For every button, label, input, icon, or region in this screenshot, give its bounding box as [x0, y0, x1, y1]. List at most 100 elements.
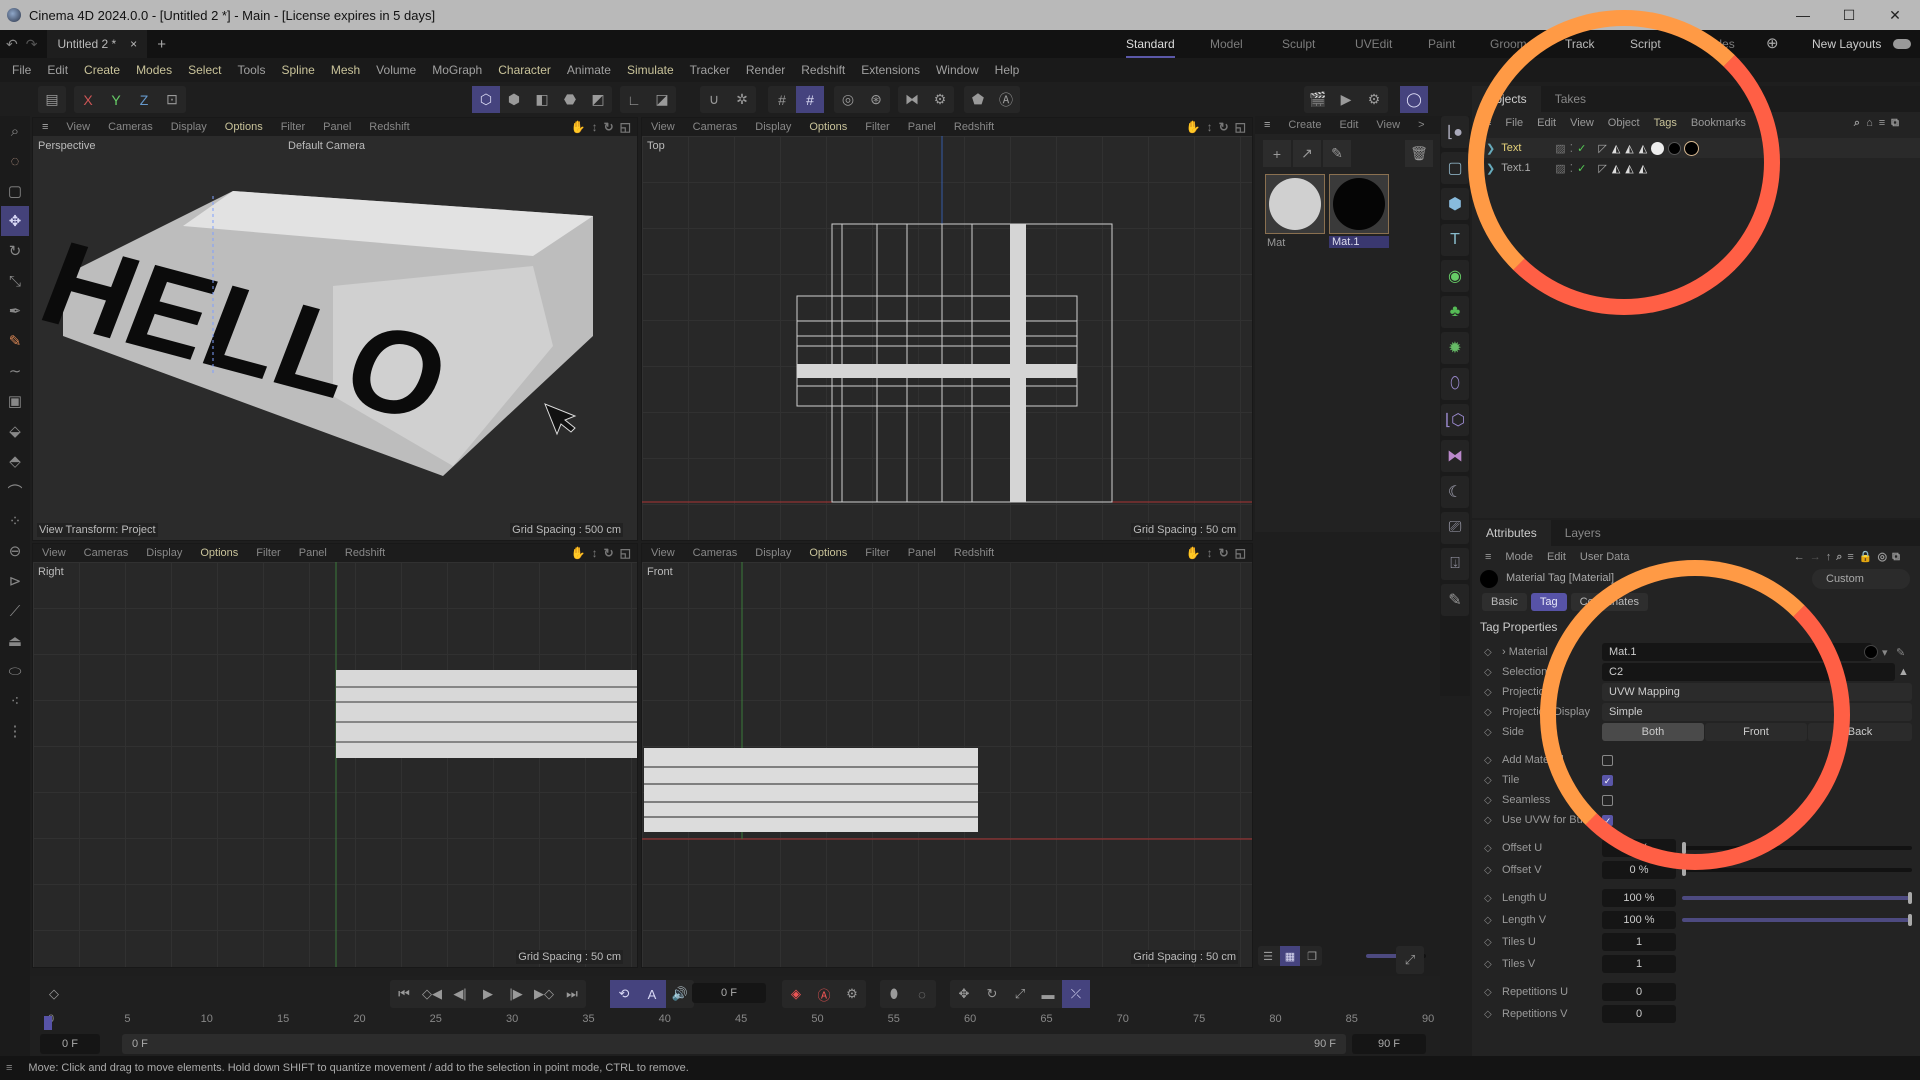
loop-select-icon[interactable]: ⬭: [1, 656, 29, 686]
texture-mode-icon[interactable]: ◪: [648, 86, 676, 113]
vp-menu-filter[interactable]: Filter: [247, 547, 289, 559]
perspective-canvas[interactable]: HELLO: [33, 136, 637, 540]
vp-menu-view[interactable]: View: [642, 121, 684, 133]
record-keyframe-icon[interactable]: ◈: [782, 980, 810, 1008]
extrude-icon[interactable]: ▣: [1, 386, 29, 416]
spline-smooth-icon[interactable]: ∼: [1, 356, 29, 386]
cube-icon[interactable]: ⬢: [1441, 188, 1469, 220]
vp-menu-display[interactable]: Display: [162, 121, 216, 133]
keyframe-diamond-icon[interactable]: ◇: [1484, 1009, 1492, 1020]
keyframe-diamond-icon[interactable]: ◇: [1484, 775, 1492, 786]
object-manager-icon[interactable]: ▤: [38, 86, 66, 113]
selection-arrow-icon[interactable]: ▲: [1898, 666, 1909, 678]
keyframe-diamond-icon[interactable]: ◇: [1484, 915, 1492, 926]
autokey-icon[interactable]: Ⓐ: [810, 980, 838, 1008]
mat-menu-view[interactable]: View: [1367, 119, 1409, 131]
symmetry-icon[interactable]: ⧓: [898, 86, 926, 113]
orbit-icon[interactable]: ↻: [604, 118, 614, 136]
rotation-key-icon[interactable]: ↻: [978, 980, 1006, 1008]
keyframe-diamond-icon[interactable]: ◇: [1484, 937, 1492, 948]
search-icon[interactable]: ⌕: [1, 116, 29, 146]
vp-menu-redshift[interactable]: Redshift: [360, 121, 418, 133]
dolly-icon[interactable]: ↕: [1207, 118, 1213, 136]
expand-chevron-icon[interactable]: ›: [1502, 646, 1509, 658]
filter-icon[interactable]: ≡: [1879, 117, 1891, 129]
vp-menu-redshift[interactable]: Redshift: [945, 547, 1003, 559]
new-layouts-toggle[interactable]: [1893, 39, 1911, 49]
tab-takes[interactable]: Takes: [1541, 86, 1600, 112]
document-tab[interactable]: Untitled 2 * ×: [47, 30, 148, 58]
viewport-perspective[interactable]: ≡ View Cameras Display Options Filter Pa…: [32, 117, 638, 541]
material-hamburger-icon[interactable]: ≡: [1255, 119, 1279, 131]
layer-icon[interactable]: ▨: [1555, 142, 1565, 155]
attr-menu-mode[interactable]: Mode: [1498, 551, 1540, 563]
keyframe-diamond-icon[interactable]: ◇: [1484, 815, 1492, 826]
new-material-icon[interactable]: +: [1263, 140, 1291, 167]
vp-menu-cameras[interactable]: Cameras: [684, 547, 747, 559]
keyframe-diamond-icon[interactable]: ◇: [1484, 647, 1492, 658]
magnet-icon[interactable]: ⁘: [1, 506, 29, 536]
slider-knob[interactable]: [1682, 864, 1686, 876]
effector-icon[interactable]: ✹: [1441, 332, 1469, 364]
keyframe-diamond-icon[interactable]: ◇: [40, 980, 68, 1008]
workplane-grid-icon[interactable]: #: [768, 86, 796, 113]
vp-menu-cameras[interactable]: Cameras: [99, 121, 162, 133]
cloner-icon[interactable]: ♣: [1441, 296, 1469, 328]
add-layout-button[interactable]: ⊕: [1766, 30, 1779, 58]
layout-tab-script[interactable]: Script: [1630, 30, 1661, 58]
tiles-u-field[interactable]: 1: [1602, 933, 1676, 951]
object-row[interactable]: ❯ Text.1 ▨ ⁚ ✓ ◸ ◭ ◭ ◭: [1472, 158, 1920, 178]
keyframe-diamond-icon[interactable]: ◇: [1484, 727, 1492, 738]
length-v-slider[interactable]: [1682, 914, 1912, 926]
material-tag-white-icon[interactable]: [1651, 141, 1665, 155]
vp-menu-filter[interactable]: Filter: [272, 121, 314, 133]
vp-menu-display[interactable]: Display: [137, 547, 191, 559]
keyframe-diamond-icon[interactable]: ◇: [1484, 795, 1492, 806]
spline-sketch-icon[interactable]: ✎: [1, 326, 29, 356]
menu-window[interactable]: Window: [928, 63, 987, 77]
iron-icon[interactable]: ⏏: [1, 626, 29, 656]
pan-icon[interactable]: ✋: [571, 544, 586, 562]
viewport-hamburger-icon[interactable]: ≡: [33, 121, 57, 133]
subtab-coordinates[interactable]: Coordinates: [1570, 593, 1648, 611]
menu-help[interactable]: Help: [987, 63, 1028, 77]
menu-render[interactable]: Render: [738, 63, 793, 77]
slider-knob[interactable]: [1908, 892, 1912, 904]
redshift-render-view-icon[interactable]: ◯: [1400, 86, 1428, 113]
slider-knob[interactable]: [1682, 842, 1686, 854]
attributes-hamburger-icon[interactable]: ≡: [1478, 551, 1498, 563]
object-mode-icon[interactable]: ⬢: [500, 86, 528, 113]
selection-field[interactable]: C2: [1602, 663, 1895, 681]
dolly-icon[interactable]: ↕: [1207, 544, 1213, 562]
menu-animate[interactable]: Animate: [559, 63, 619, 77]
maximize-button[interactable]: ☐: [1826, 0, 1872, 30]
y-axis-toggle[interactable]: Y: [102, 86, 130, 113]
apply-material-icon[interactable]: ↗: [1293, 140, 1321, 167]
obj-menu-tags[interactable]: Tags: [1647, 117, 1684, 129]
material-name[interactable]: Mat: [1267, 237, 1285, 249]
move-tool-icon[interactable]: ✥: [1, 206, 29, 236]
viewport-camera[interactable]: Default Camera: [288, 140, 365, 152]
vp-menu-options[interactable]: Options: [800, 547, 856, 559]
start-frame-field[interactable]: 0 F: [40, 1034, 100, 1054]
list-view-icon[interactable]: ☰: [1258, 946, 1278, 966]
z-axis-toggle[interactable]: Z: [130, 86, 158, 113]
up-arrow-icon[interactable]: ↑: [1826, 551, 1837, 563]
home-icon[interactable]: ⌂: [1866, 117, 1879, 129]
menu-create[interactable]: Create: [76, 63, 128, 77]
offset-u-slider[interactable]: [1682, 842, 1912, 854]
preset-dropdown[interactable]: Custom: [1812, 569, 1910, 589]
points-mode-icon[interactable]: ◧: [528, 86, 556, 113]
repetitions-u-field[interactable]: 0: [1602, 983, 1676, 1001]
enabled-check-icon[interactable]: ✓: [1577, 142, 1586, 155]
light-icon[interactable]: ⍗: [1441, 548, 1469, 580]
search-icon[interactable]: ⌕: [1836, 551, 1847, 563]
x-axis-toggle[interactable]: X: [74, 86, 102, 113]
viewport-solo-icon[interactable]: ⬟: [964, 86, 992, 113]
material-name-selected[interactable]: Mat.1: [1329, 236, 1389, 248]
vp-menu-view[interactable]: View: [33, 547, 75, 559]
attr-menu-user-data[interactable]: User Data: [1573, 551, 1637, 563]
null-object-icon[interactable]: ⌊●: [1441, 116, 1469, 148]
tiles-v-field[interactable]: 1: [1602, 955, 1676, 973]
uvw-tag-icon[interactable]: ◭: [1639, 142, 1647, 155]
